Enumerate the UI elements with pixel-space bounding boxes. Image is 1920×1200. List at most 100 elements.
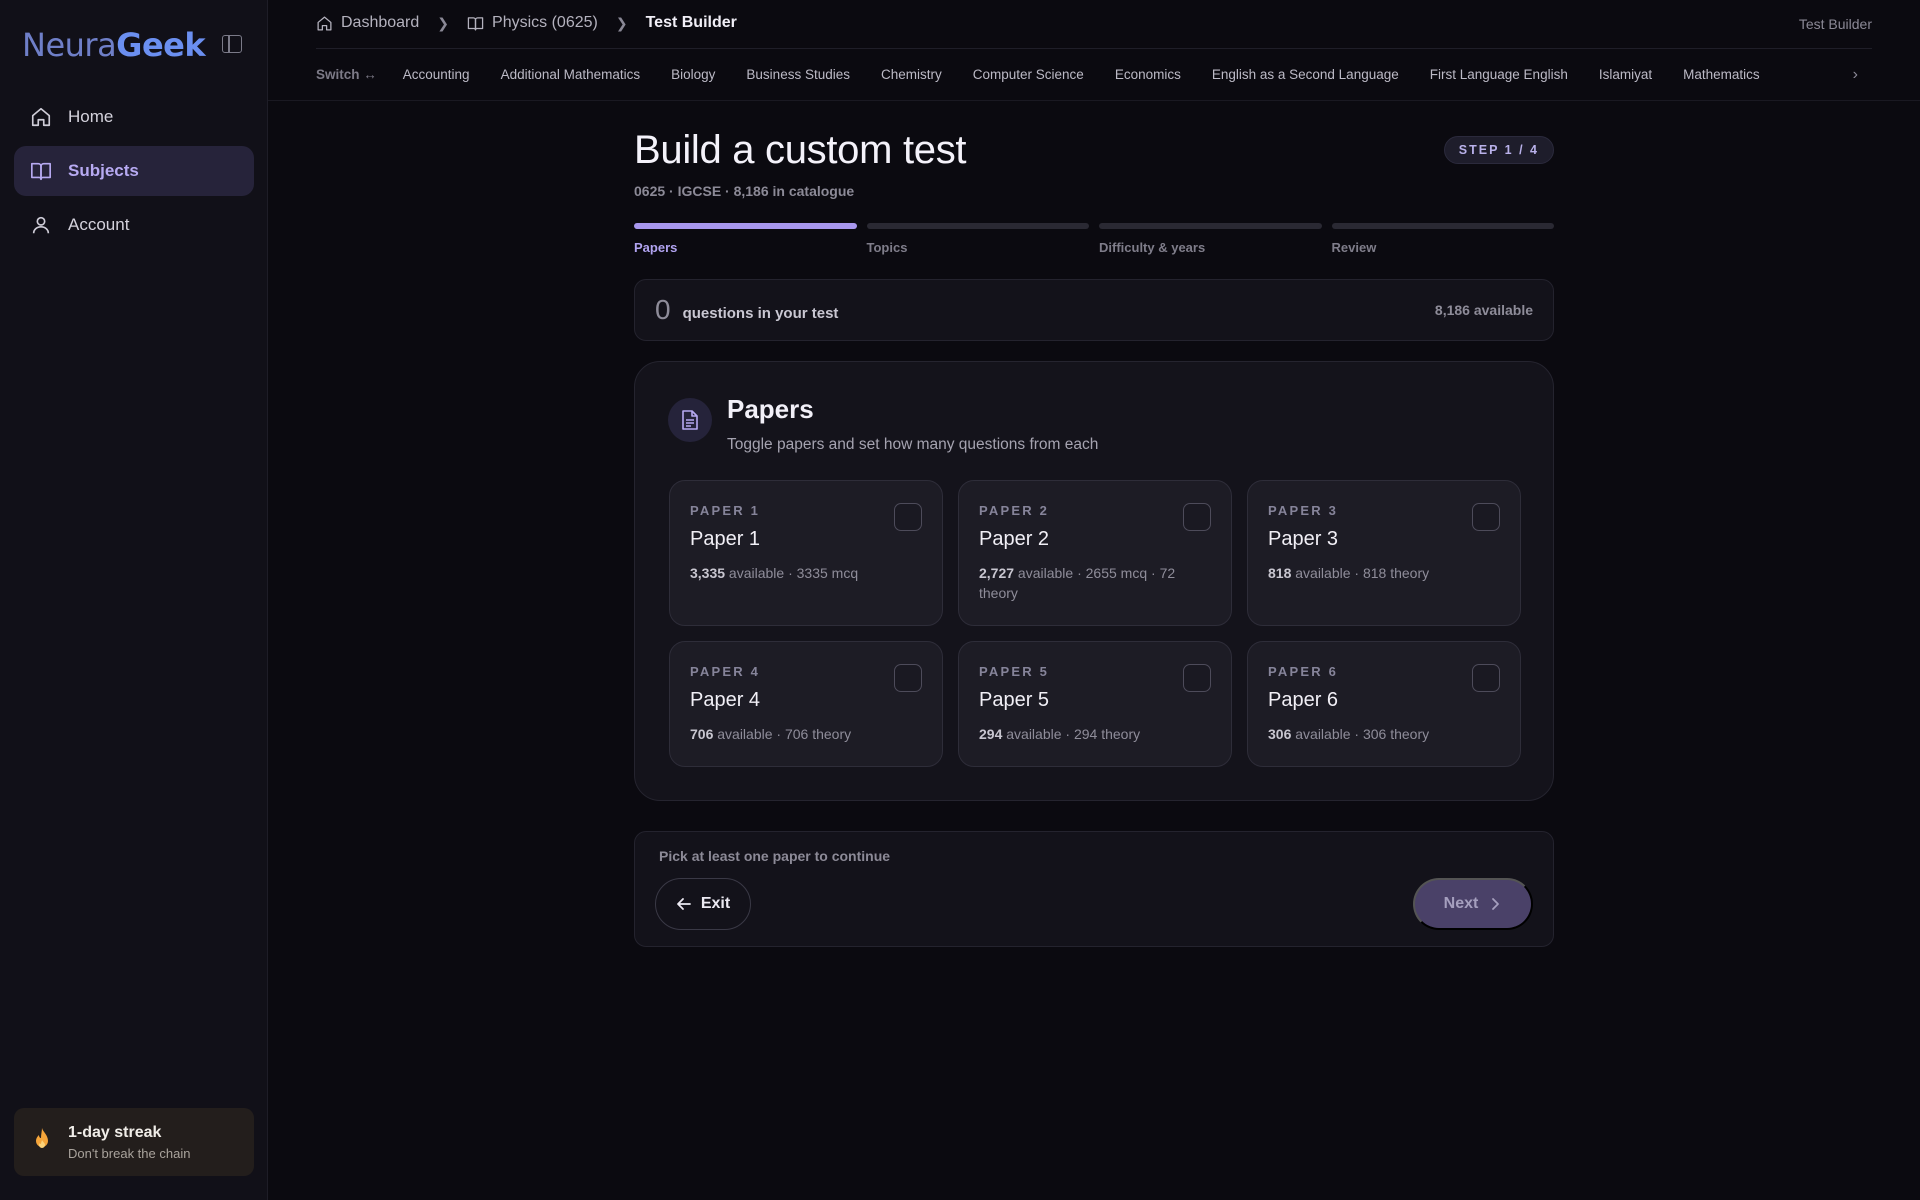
step-review[interactable]: Review — [1331, 223, 1554, 255]
chevron-right-icon[interactable]: › — [1853, 66, 1858, 84]
book-icon — [31, 162, 51, 181]
paper-meta: 2,727 available · 2655 mcq · 72 theory — [979, 563, 1179, 603]
paper-card-3[interactable]: PAPER 3 Paper 3 818 available · 818 theo… — [1247, 480, 1521, 626]
breadcrumb-label: Dashboard — [341, 14, 420, 31]
app-logo[interactable]: NeuraGeek — [22, 26, 206, 64]
test-builder: Build a custom test 0625 · IGCSE · 8,186… — [634, 128, 1554, 947]
paper-available-count: 818 — [1268, 565, 1292, 581]
paper-kicker: PAPER 3 — [1268, 503, 1339, 518]
paper-card-4[interactable]: PAPER 4 Paper 4 706 available · 706 theo… — [669, 641, 943, 767]
paper-name: Paper 6 — [1268, 689, 1339, 711]
breadcrumb: Dashboard ❯ Physics (0625) ❯ Test Builde… — [316, 14, 737, 32]
divider — [268, 100, 1920, 101]
next-button[interactable]: Next — [1413, 878, 1533, 930]
flame-icon — [32, 1127, 52, 1157]
question-count-label: questions in your test — [682, 304, 839, 322]
paper-meta: 306 available · 306 theory — [1268, 724, 1500, 744]
section-title: Papers — [727, 394, 814, 424]
home-icon — [317, 15, 332, 31]
paper-checkbox[interactable] — [1472, 664, 1500, 692]
paper-detail: available · 294 theory — [1002, 726, 1141, 742]
paper-detail: available · 306 theory — [1291, 726, 1430, 742]
subject-tab[interactable]: Additional Mathematics — [501, 67, 641, 82]
step-bar — [634, 223, 857, 229]
streak-card[interactable]: 1-day streak Don't break the chain — [14, 1108, 254, 1176]
sidebar-item-label: Account — [68, 215, 130, 234]
paper-available-count: 306 — [1268, 726, 1292, 742]
logo-text-neura: Neura — [22, 26, 117, 64]
paper-available-count: 2,727 — [979, 565, 1015, 581]
step-papers[interactable]: Papers — [634, 223, 857, 255]
subject-tab[interactable]: Biology — [671, 67, 715, 82]
paper-checkbox[interactable] — [1183, 503, 1211, 531]
paper-kicker: PAPER 1 — [690, 503, 761, 518]
subject-tab[interactable]: Computer Science — [973, 67, 1084, 82]
book-icon — [467, 16, 484, 31]
subject-tab[interactable]: Business Studies — [746, 67, 850, 82]
paper-name: Paper 4 — [690, 689, 761, 711]
papers-grid: PAPER 1 Paper 1 3,335 available · 3335 m… — [669, 480, 1521, 767]
breadcrumb-dashboard[interactable]: Dashboard — [316, 14, 419, 32]
step-bar — [1331, 223, 1554, 229]
sidebar-item-subjects[interactable]: Subjects — [14, 146, 254, 196]
paper-kicker: PAPER 5 — [979, 664, 1050, 679]
breadcrumb-subject[interactable]: Physics (0625) — [467, 14, 598, 32]
paper-meta: 818 available · 818 theory — [1268, 563, 1500, 583]
chevron-right-icon: ❯ — [437, 14, 450, 31]
paper-card-6[interactable]: PAPER 6 Paper 6 306 available · 306 theo… — [1247, 641, 1521, 767]
streak-title: 1-day streak — [68, 1123, 162, 1141]
subject-tab[interactable]: Accounting — [403, 67, 470, 82]
step-bar — [866, 223, 1089, 229]
paper-checkbox[interactable] — [894, 664, 922, 692]
paper-card-1[interactable]: PAPER 1 Paper 1 3,335 available · 3335 m… — [669, 480, 943, 626]
question-count-summary: 0 questions in your test 8,186 available — [634, 279, 1554, 341]
breadcrumb-current: Test Builder — [645, 14, 737, 31]
home-icon — [31, 107, 51, 127]
document-icon — [668, 398, 712, 442]
paper-checkbox[interactable] — [894, 503, 922, 531]
paper-card-2[interactable]: PAPER 2 Paper 2 2,727 available · 2655 m… — [958, 480, 1232, 626]
subject-tab[interactable]: Economics — [1115, 67, 1181, 82]
user-icon — [32, 216, 50, 234]
top-bar: Dashboard ❯ Physics (0625) ❯ Test Builde… — [268, 0, 1920, 48]
step-difficulty[interactable]: Difficulty & years — [1099, 223, 1322, 255]
sidebar-item-account[interactable]: Account — [14, 200, 254, 250]
paper-detail: available · 706 theory — [713, 726, 852, 742]
subject-tab[interactable]: English as a Second Language — [1212, 67, 1399, 82]
paper-card-5[interactable]: PAPER 5 Paper 5 294 available · 294 theo… — [958, 641, 1232, 767]
next-label: Next — [1443, 895, 1479, 912]
continue-hint: Pick at least one paper to continue — [659, 848, 891, 864]
subject-switcher: Switch ↔ Accounting Additional Mathemati… — [316, 48, 1872, 100]
paper-checkbox[interactable] — [1472, 503, 1500, 531]
paper-available-count: 3,335 — [690, 565, 726, 581]
paper-name: Paper 1 — [690, 528, 761, 550]
step-badge: STEP 1 / 4 — [1443, 136, 1554, 164]
streak-subtitle: Don't break the chain — [68, 1145, 191, 1161]
subject-tab[interactable]: Chemistry — [881, 67, 942, 82]
sidebar-item-label: Subjects — [68, 161, 139, 180]
sidebar-collapse-icon[interactable] — [222, 35, 242, 53]
paper-meta: 294 available · 294 theory — [979, 724, 1211, 744]
step-bar — [1099, 223, 1322, 229]
question-count: 0 — [655, 294, 671, 325]
breadcrumb-label: Physics (0625) — [492, 14, 598, 31]
step-topics[interactable]: Topics — [866, 223, 1089, 255]
paper-name: Paper 3 — [1268, 528, 1339, 550]
step-label: Topics — [866, 240, 908, 255]
paper-checkbox[interactable] — [1183, 664, 1211, 692]
section-subtitle: Toggle papers and set how many questions… — [727, 436, 1099, 453]
sidebar-item-home[interactable]: Home — [14, 92, 254, 142]
paper-meta: 3,335 available · 3335 mcq — [690, 563, 922, 583]
streak-text: 1-day streak Don't break the chain — [68, 1124, 190, 1161]
logo-text-geek: Geek — [116, 26, 206, 64]
wizard-footer: Pick at least one paper to continue Exit… — [634, 831, 1554, 947]
page-title: Build a custom test — [634, 128, 967, 172]
subject-tab[interactable]: Islamiyat — [1599, 67, 1652, 82]
subject-tab[interactable]: First Language English — [1430, 67, 1568, 82]
subject-tab[interactable]: Mathematics — [1683, 67, 1760, 82]
switch-label: Switch ↔ — [316, 67, 377, 82]
paper-kicker: PAPER 6 — [1268, 664, 1339, 679]
papers-section: Papers Toggle papers and set how many qu… — [634, 361, 1554, 801]
paper-kicker: PAPER 2 — [979, 503, 1050, 518]
exit-button[interactable]: Exit — [655, 878, 751, 930]
